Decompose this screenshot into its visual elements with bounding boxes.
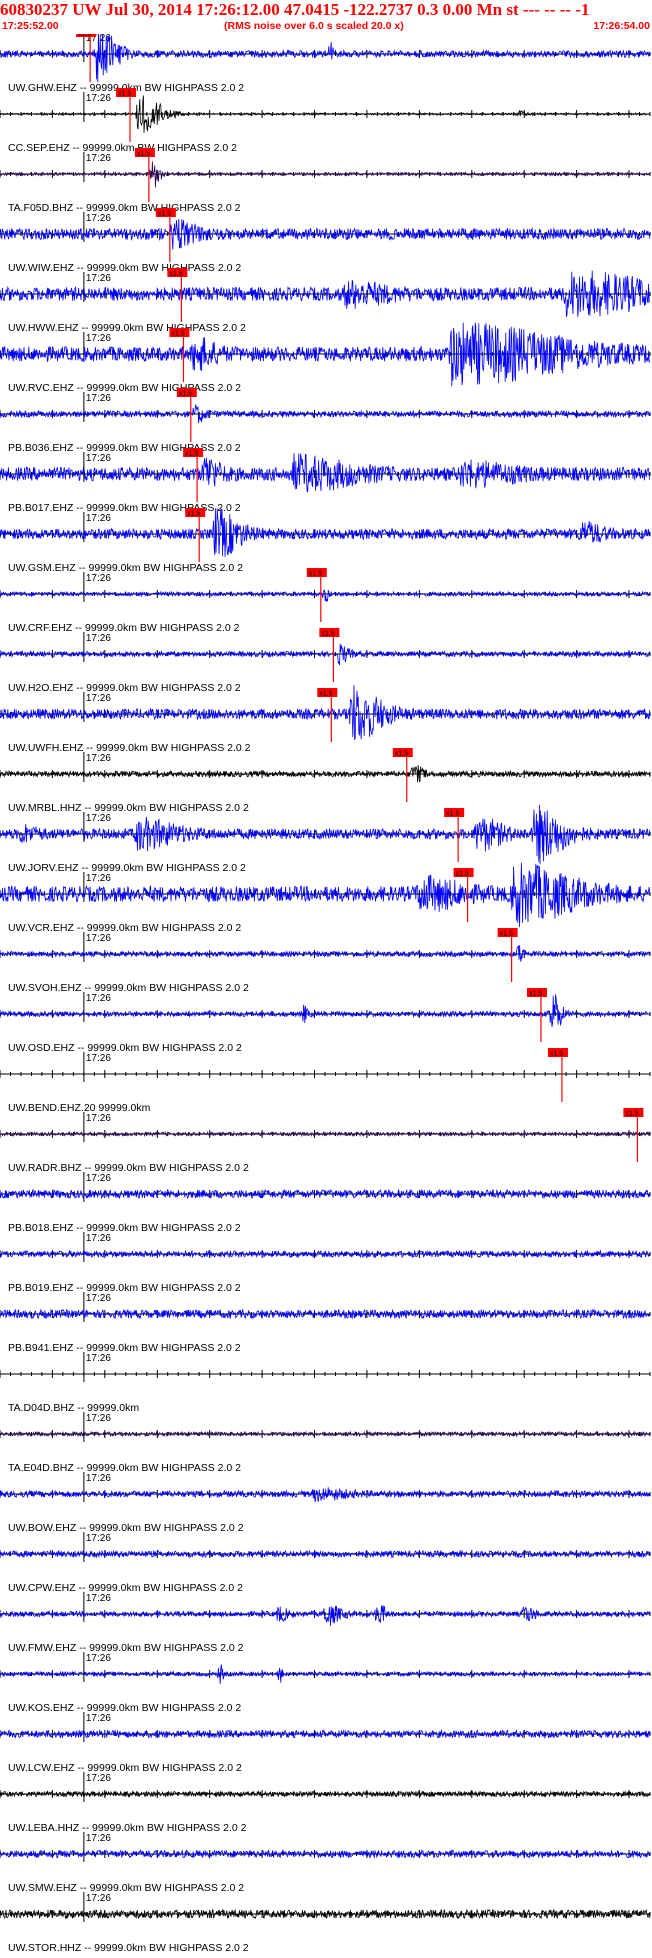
- minute-tick-label: 17:26: [86, 753, 111, 764]
- station-label: UW.BOW.EHZ -- 99999.0km BW HIGHPASS 2.0 …: [8, 1522, 244, 1534]
- minute-tick-label: 17:26: [86, 513, 111, 524]
- minute-tick-label: 17:26: [86, 93, 111, 104]
- pick-label: x1.5: [137, 151, 150, 158]
- pick-label: x1.5: [319, 691, 332, 698]
- minute-tick-label: 17:26: [86, 1233, 111, 1244]
- minute-tick-label: 17:26: [86, 1293, 111, 1304]
- station-label: TA.F05D.BHZ -- 99999.0km BW HIGHPASS 2.0…: [8, 202, 241, 214]
- station-label: UW.GSM.EHZ -- 99999.0km BW HIGHPASS 2.0 …: [8, 562, 243, 574]
- station-label: UW.WIW.EHZ -- 99999.0km BW HIGHPASS 2.0 …: [8, 262, 241, 274]
- waveform-trace: [0, 1487, 651, 1503]
- minute-tick-label: 17:26: [86, 1713, 111, 1724]
- pick-label: x1.5: [529, 991, 542, 998]
- minute-tick-label: 17:26: [86, 1833, 111, 1844]
- minute-tick-label: 17:26: [86, 693, 111, 704]
- pick-label: x1.5: [446, 811, 459, 818]
- station-label: UW.BEND.EHZ.20 99999.0km: [8, 1102, 151, 1114]
- station-label: UW.LCW.EHZ -- 99999.0km BW HIGHPASS 2.0 …: [8, 1762, 242, 1774]
- station-label: UW.HWW.EHZ -- 99999.0km BW HIGHPASS 2.0 …: [8, 322, 246, 334]
- station-label: PB.B941.EHZ -- 99999.0km BW HIGHPASS 2.0…: [8, 1342, 241, 1354]
- minute-tick-label: 17:26: [86, 1113, 111, 1124]
- station-label: UW.STOR.HHZ -- 99999.0km BW HIGHPASS 2.0…: [8, 1942, 249, 1954]
- minute-tick-label: 17:26: [86, 333, 111, 344]
- minute-tick-label: 17:26: [86, 813, 111, 824]
- minute-tick-label: 17:26: [86, 1353, 111, 1364]
- station-label: PB.B036.EHZ -- 99999.0km BW HIGHPASS 2.0…: [8, 442, 241, 454]
- pick-label: x1.5: [78, 34, 91, 38]
- station-label: CC.SEP.EHZ -- 99999.0km BW HIGHPASS 2.0 …: [8, 142, 237, 154]
- station-label: UW.RVC.EHZ -- 99999.0km BW HIGHPASS 2.0 …: [8, 382, 241, 394]
- waveform-trace: [0, 589, 651, 603]
- pick-label: x1.5: [171, 331, 184, 338]
- station-label: UW.H2O.EHZ -- 99999.0km BW HIGHPASS 2.0 …: [8, 682, 241, 694]
- minute-tick-label: 17:26: [86, 633, 111, 644]
- minute-tick-label: 17:26: [86, 1773, 111, 1784]
- station-label: PB.B019.EHZ -- 99999.0km BW HIGHPASS 2.0…: [8, 1282, 241, 1294]
- pick-label: x1.5: [118, 91, 131, 98]
- station-label: PB.B018.EHZ -- 99999.0km BW HIGHPASS 2.0…: [8, 1222, 241, 1234]
- pick-label: x1.5: [169, 271, 182, 278]
- station-label: TA.D04D.BHZ -- 99999.0km: [8, 1402, 139, 1414]
- station-label: UW.KOS.EHZ -- 99999.0km BW HIGHPASS 2.0 …: [8, 1702, 241, 1714]
- minute-tick-label: 17:26: [86, 873, 111, 884]
- station-label: UW.SVOH.EHZ -- 99999.0km BW HIGHPASS 2.0…: [8, 982, 249, 994]
- station-label: UW.SMW.EHZ -- 99999.0km BW HIGHPASS 2.0 …: [8, 1882, 244, 1894]
- pick-label: x1.5: [456, 871, 469, 878]
- pick-label: x1.5: [321, 631, 334, 638]
- station-label: UW.CRF.EHZ -- 99999.0km BW HIGHPASS 2.0 …: [8, 622, 240, 634]
- seismogram-panel: 17:26UW.GHW.EHZ -- 99999.0km BW HIGHPASS…: [0, 34, 651, 1954]
- minute-tick-label: 17:26: [86, 1533, 111, 1544]
- station-label: UW.JORV.EHZ -- 99999.0km BW HIGHPASS 2.0…: [8, 862, 246, 874]
- minute-tick-label: 17:26: [86, 273, 111, 284]
- waveform-trace: [0, 945, 651, 962]
- minute-tick-label: 17:26: [86, 1413, 111, 1424]
- station-label: UW.FMW.EHZ -- 99999.0km BW HIGHPASS 2.0 …: [8, 1642, 244, 1654]
- minute-tick-label: 17:26: [86, 573, 111, 584]
- waveform-trace: [0, 1664, 650, 1685]
- station-label: UW.LEBA.HHZ -- 99999.0km BW HIGHPASS 2.0…: [8, 1822, 247, 1834]
- minute-tick-label: 17:26: [86, 933, 111, 944]
- pick-label: x1.5: [309, 571, 322, 578]
- minute-tick-label: 17:26: [86, 1593, 111, 1604]
- station-label: UW.OSD.EHZ -- 99999.0km BW HIGHPASS 2.0 …: [8, 1042, 242, 1054]
- pick-label: x1.5: [625, 1111, 638, 1118]
- station-label: PB.B017.EHZ -- 99999.0km BW HIGHPASS 2.0…: [8, 502, 241, 514]
- minute-tick-label: 17:26: [86, 993, 111, 1004]
- minute-tick-label: 17:26: [86, 153, 111, 164]
- station-label: UW.UWFH.EHZ -- 99999.0km BW HIGHPASS 2.0…: [8, 742, 251, 754]
- start-time: 17:25:52.00: [2, 20, 59, 32]
- station-label: UW.CPW.EHZ -- 99999.0km BW HIGHPASS 2.0 …: [8, 1582, 243, 1594]
- record-header: 60830237 UW Jul 30, 2014 17:26:12.00 47.…: [0, 0, 652, 34]
- station-label: UW.RADR.BHZ -- 99999.0km BW HIGHPASS 2.0…: [8, 1162, 249, 1174]
- pick-label: x1.5: [179, 391, 192, 398]
- minute-tick-label: 17:26: [86, 393, 111, 404]
- minute-tick-label: 17:26: [86, 1173, 111, 1184]
- pick-label: x1.5: [158, 211, 171, 218]
- minute-tick-label: 17:26: [86, 213, 111, 224]
- minute-tick-label: 17:26: [86, 1053, 111, 1064]
- pick-label: x1.5: [187, 511, 200, 518]
- pick-label: x1.5: [395, 751, 408, 758]
- record-title: 60830237 UW Jul 30, 2014 17:26:12.00 47.…: [0, 0, 590, 19]
- minute-tick-label: 17:26: [86, 453, 111, 464]
- minute-tick-label: 17:26: [86, 1653, 111, 1664]
- station-label: UW.VCR.EHZ -- 99999.0km BW HIGHPASS 2.0 …: [8, 922, 241, 934]
- end-time: 17:26:54.00: [593, 20, 650, 32]
- minute-tick-label: 17:26: [86, 1473, 111, 1484]
- waveform-trace: [0, 1908, 651, 1920]
- station-label: TA.E04D.BHZ -- 99999.0km BW HIGHPASS 2.0…: [8, 1462, 241, 1474]
- minute-tick-label: 17:26: [86, 1893, 111, 1904]
- station-label: UW.MRBL.HHZ -- 99999.0km BW HIGHPASS 2.0…: [8, 802, 249, 814]
- pick-label: x1.5: [500, 931, 513, 938]
- pick-label: x1.5: [185, 451, 198, 458]
- pick-label: x1.5: [550, 1051, 563, 1058]
- noise-note: (RMS noise over 6.0 s scaled 20.0 x): [224, 20, 404, 32]
